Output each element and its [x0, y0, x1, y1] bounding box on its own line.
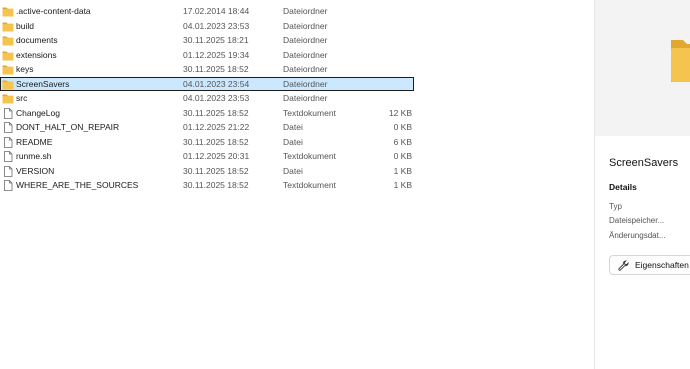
- folder-icon: [2, 21, 14, 32]
- file-row[interactable]: keys 30.11.2025 18:52 Dateiordner: [0, 62, 420, 77]
- document-icon: [2, 151, 14, 162]
- file-type: Textdokument: [283, 107, 336, 118]
- prop-storage-label: Dateispeicher...: [609, 216, 665, 225]
- file-date: 30.11.2025 18:52: [183, 180, 249, 190]
- file-type: Dateiordner: [283, 78, 328, 89]
- document-icon: [2, 180, 14, 191]
- file-name: documents: [16, 35, 58, 45]
- file-size: 1 KB: [393, 180, 412, 190]
- document-icon: [2, 107, 14, 119]
- file-date: 30.11.2025 18:52: [183, 64, 249, 74]
- file-list: .active-content-data 17.02.2014 18:44 Date…: [0, 4, 420, 193]
- file-date: 04.01.2023 23:54: [183, 78, 250, 89]
- file-date: 04.01.2023 23:53: [183, 20, 250, 31]
- file-name: ScreenSavers: [16, 78, 70, 89]
- file-size: 0 KB: [393, 151, 412, 161]
- file-type: Dateiordner: [283, 93, 328, 103]
- file-type: Datei: [283, 122, 303, 132]
- details-section-heading: Details: [609, 182, 637, 192]
- file-type: Dateiordner: [283, 49, 328, 60]
- file-name: extensions: [16, 49, 57, 60]
- folder-icon: [2, 64, 14, 75]
- file-size: 0 KB: [393, 122, 412, 132]
- folder-icon: [2, 93, 14, 104]
- file-date: 04.01.2023 23:53: [183, 93, 250, 103]
- file-name: README: [16, 136, 53, 147]
- file-type: Datei: [283, 165, 303, 176]
- file-type: Dateiordner: [283, 35, 328, 45]
- properties-button[interactable]: Eigenschaften: [609, 255, 690, 275]
- file-size: 1 KB: [393, 165, 412, 176]
- prop-type-label: Typ: [609, 202, 622, 211]
- file-name: VERSION: [16, 165, 55, 176]
- file-row[interactable]: .active-content-data 17.02.2014 18:44 Date…: [0, 4, 420, 19]
- file-row[interactable]: ChangeLog 30.11.2025 18:52 Textdokument 12 …: [0, 106, 420, 121]
- file-row[interactable]: src 04.01.2023 23:53 Dateiordner: [0, 91, 420, 106]
- wrench-icon: [618, 260, 629, 271]
- file-size: 6 KB: [393, 136, 412, 147]
- file-name: ChangeLog: [16, 107, 60, 118]
- document-icon: [2, 165, 14, 177]
- file-row[interactable]: VERSION 30.11.2025 18:52 Datei 1 KB: [0, 164, 420, 179]
- preview-area: [595, 0, 690, 136]
- folder-icon: [2, 6, 14, 17]
- file-name: build: [16, 20, 34, 31]
- file-type: Textdokument: [283, 151, 336, 161]
- file-type: Dateiordner: [283, 20, 328, 31]
- file-type: Datei: [283, 136, 303, 147]
- file-row[interactable]: runme.sh 01.12.2025 20:31 Textdokument 0 KB: [0, 149, 420, 164]
- properties-button-label: Eigenschaften: [635, 260, 689, 270]
- details-title: ScreenSavers: [609, 157, 679, 169]
- file-date: 01.12.2025 21:22: [183, 122, 250, 132]
- folder-icon: [2, 79, 14, 90]
- file-date: 17.02.2014 18:44: [183, 6, 250, 16]
- file-name: WHERE_ARE_THE_SOURCES: [16, 180, 139, 190]
- document-icon: [2, 122, 14, 133]
- file-name: .active-content-data: [16, 6, 91, 16]
- file-type: Textdokument: [283, 180, 336, 190]
- file-row[interactable]: extensions 01.12.2025 19:34 Dateiordner: [0, 48, 420, 63]
- file-date: 01.12.2025 20:31: [183, 151, 250, 161]
- file-type: Dateiordner: [283, 64, 328, 74]
- file-name: src: [16, 93, 28, 103]
- file-name: runme.sh: [16, 151, 52, 161]
- file-date: 01.12.2025 19:34: [183, 49, 250, 60]
- folder-icon: [2, 35, 14, 46]
- file-date: 30.11.2025 18:52: [183, 165, 249, 176]
- details-pane: ScreenSavers Details Typ Dateispeicher..…: [594, 0, 690, 369]
- file-row[interactable]: build 04.01.2023 23:53 Dateiordner: [0, 19, 420, 34]
- file-name: DONT_HALT_ON_REPAIR: [16, 122, 120, 132]
- file-row[interactable]: README 30.11.2025 18:52 Datei 6 KB: [0, 135, 420, 150]
- file-row[interactable]: DONT_HALT_ON_REPAIR 01.12.2025 21:22 Datei…: [0, 120, 420, 135]
- file-name: keys: [16, 64, 34, 74]
- file-type: Dateiordner: [283, 6, 328, 16]
- file-row[interactable]: WHERE_ARE_THE_SOURCES 30.11.2025 18:52 Tex…: [0, 178, 420, 193]
- file-date: 30.11.2025 18:52: [183, 107, 249, 118]
- file-size: 12 KB: [388, 107, 412, 118]
- folder-icon: [2, 50, 14, 61]
- file-row[interactable]: ScreenSavers 04.01.2023 23:54 Dateiordner: [0, 76, 414, 91]
- file-date: 30.11.2025 18:52: [183, 136, 249, 147]
- document-icon: [2, 136, 14, 148]
- prop-modified-label: Änderungsdat...: [609, 231, 666, 240]
- folder-preview-icon: [671, 40, 690, 82]
- file-row[interactable]: documents 30.11.2025 18:21 Dateiordner: [0, 33, 420, 48]
- file-date: 30.11.2025 18:21: [183, 35, 249, 45]
